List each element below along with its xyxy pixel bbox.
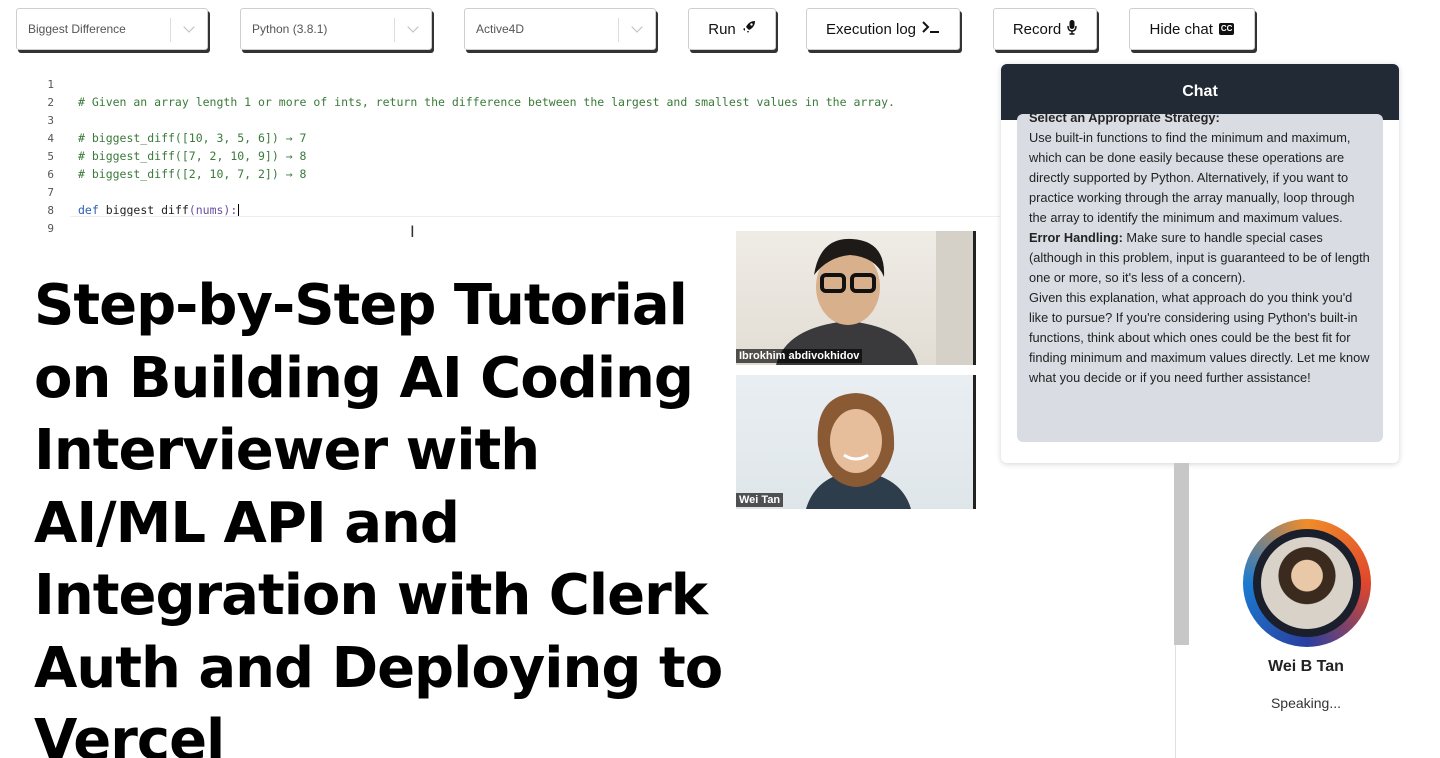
speaker-name: Wei B Tan <box>1268 658 1344 675</box>
chat-heading: Select an Appropriate Strategy: <box>1029 114 1220 125</box>
hide-chat-label: Hide chat <box>1149 20 1213 38</box>
participant-video <box>776 231 973 365</box>
record-label: Record <box>1012 20 1062 38</box>
ibeam-cursor-icon: I <box>410 222 415 241</box>
line-number: 6 <box>47 167 54 181</box>
select-divider <box>170 18 171 42</box>
line-number: 5 <box>47 149 54 163</box>
code-line: 1 <box>30 75 1000 93</box>
avatar-frame <box>1253 529 1361 637</box>
line-number: 4 <box>47 131 54 145</box>
participant-name-label: Ibrokhim abdivokhidov <box>736 349 863 363</box>
scrollbar[interactable] <box>1174 463 1189 645</box>
code-comment: # Given an array length 1 or more of int… <box>78 95 895 109</box>
language-select[interactable]: Python (3.8.1) <box>240 8 432 50</box>
select-divider <box>618 18 619 42</box>
code-comment: # biggest_diff([7, 2, 10, 9]) → 8 <box>78 149 307 163</box>
function-params: (nums): <box>188 203 238 217</box>
chevron-down-icon[interactable] <box>407 21 419 33</box>
record-button[interactable]: Record <box>993 8 1097 50</box>
select-divider <box>394 18 395 42</box>
line-number: 3 <box>47 113 54 127</box>
participant-video-tile: Ibrokhim abdivokhidov <box>736 231 976 365</box>
participant-video <box>806 393 911 509</box>
code-line: 3 <box>30 111 1000 129</box>
hide-chat-button[interactable]: Hide chat CC <box>1129 8 1255 50</box>
code-comment: # biggest_diff([10, 3, 5, 6]) → 7 <box>78 131 307 145</box>
problem-select-value: Biggest Difference <box>28 22 126 36</box>
chevron-down-icon[interactable] <box>631 21 643 33</box>
chat-bold-label: Error Handling: <box>1029 230 1123 245</box>
chat-title: Chat <box>1001 64 1399 120</box>
code-editor[interactable]: 1 2 # Given an array length 1 or more of… <box>30 72 1000 240</box>
code-line: 7 <box>30 183 1000 201</box>
line-number: 2 <box>47 95 54 109</box>
chat-paragraph: Use built-in functions to find the minim… <box>1029 130 1355 225</box>
participant-video-tile: Wei Tan <box>736 375 976 509</box>
code-line: 6 # biggest_diff([2, 10, 7, 2]) → 8 <box>30 165 1000 183</box>
chat-paragraph: Given this explanation, what approach do… <box>1029 290 1370 385</box>
line-number: 7 <box>47 185 54 199</box>
code-comment: # biggest_diff([2, 10, 7, 2]) → 8 <box>78 167 307 181</box>
problem-select[interactable]: Biggest Difference <box>16 8 208 50</box>
code-line: 4 # biggest_diff([10, 3, 5, 6]) → 7 <box>30 129 1000 147</box>
theme-select-value: Active4D <box>476 22 525 36</box>
function-name: biggest_diff <box>105 203 189 217</box>
microphone-icon <box>1067 19 1077 39</box>
avatar-photo <box>1261 537 1353 629</box>
chevron-down-icon[interactable] <box>183 21 195 33</box>
run-button[interactable]: Run <box>688 8 776 50</box>
participant-name-label: Wei Tan <box>736 493 784 507</box>
speaker-avatar <box>1243 519 1371 647</box>
def-keyword: def <box>78 203 99 217</box>
code-line: 2 # Given an array length 1 or more of i… <box>30 93 1000 111</box>
execution-log-label: Execution log <box>825 20 917 38</box>
speaker-status: Speaking... <box>1270 695 1342 711</box>
code-def-line: def biggest_diff(nums): <box>78 203 240 217</box>
tutorial-headline: Step-by-Step Tutorial on Building AI Cod… <box>34 273 723 758</box>
current-line-highlight <box>70 216 1000 217</box>
line-number: 9 <box>47 221 54 235</box>
run-button-label: Run <box>708 20 736 38</box>
line-number: 8 <box>47 203 54 217</box>
line-number: 1 <box>47 77 54 91</box>
chat-panel[interactable]: Chat Select an Appropriate Strategy: Use… <box>1001 64 1399 463</box>
terminal-icon <box>922 20 940 38</box>
execution-log-button[interactable]: Execution log <box>806 8 960 50</box>
theme-select[interactable]: Active4D <box>464 8 656 50</box>
language-select-value: Python (3.8.1) <box>252 22 328 36</box>
rocket-icon <box>742 20 756 38</box>
chat-message: Select an Appropriate Strategy: Use buil… <box>1017 114 1383 442</box>
code-line: 5 # biggest_diff([7, 2, 10, 9]) → 8 <box>30 147 1000 165</box>
closed-captions-icon: CC <box>1218 23 1235 35</box>
